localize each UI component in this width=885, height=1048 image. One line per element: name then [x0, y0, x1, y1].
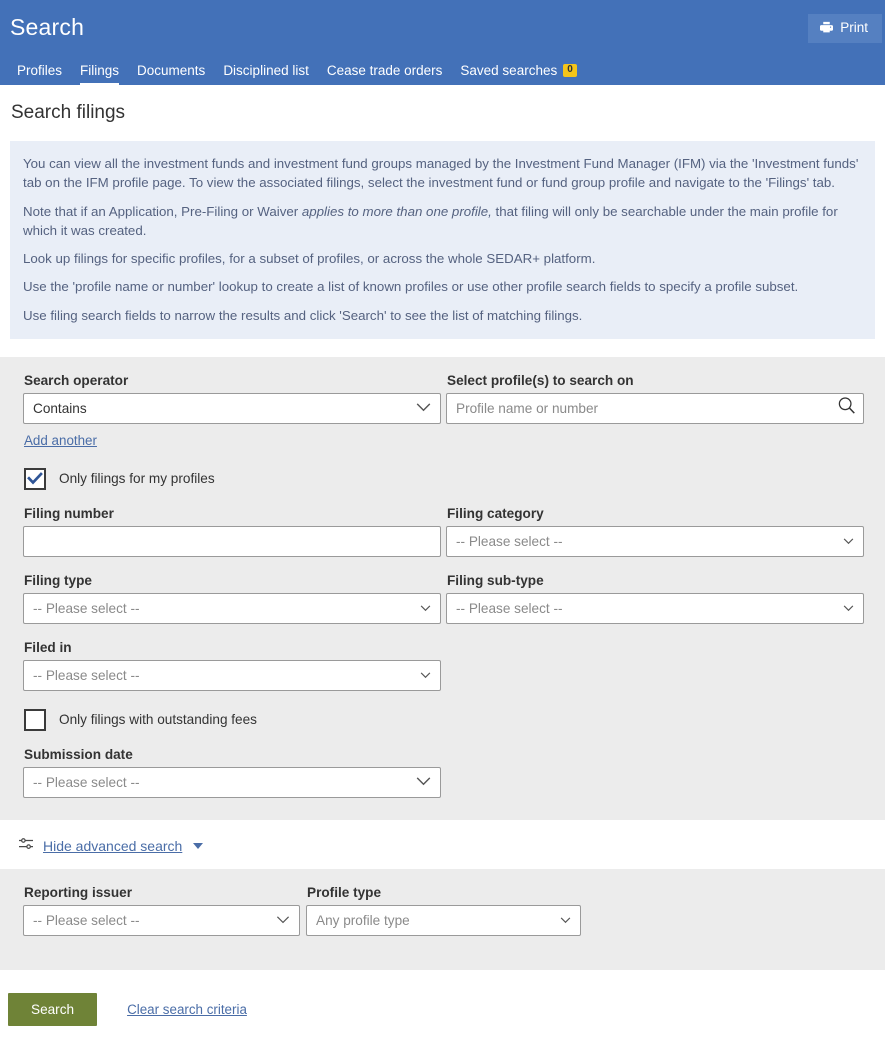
nav-item-disciplined-list[interactable]: Disciplined list [214, 58, 318, 85]
only-my-profiles-label: Only filings for my profiles [59, 471, 215, 487]
info-panel: You can view all the investment funds an… [10, 141, 875, 339]
nav-item-label: Cease trade orders [326, 63, 443, 78]
only-my-profiles-row[interactable]: Only filings for my profiles [24, 467, 864, 490]
filed-in-value: -- Please select -- [23, 659, 441, 691]
filing-type-value: -- Please select -- [23, 592, 441, 624]
submission-date-group: Submission date -- Please select -- [23, 747, 441, 798]
filing-number-label: Filing number [24, 505, 114, 521]
advanced-search-panel: Reporting issuer -- Please select -- Pro… [0, 868, 885, 970]
profile-type-label: Profile type [307, 884, 382, 900]
nav-item-cease-trade-orders[interactable]: Cease trade orders [318, 58, 452, 85]
filing-category-label: Filing category [447, 505, 544, 521]
profile-type-value: Any profile type [306, 904, 581, 936]
info-paragraph-2: Look up filings for specific profiles, f… [23, 251, 596, 267]
select-profiles-group: Select profile(s) to search on Profile n… [446, 373, 864, 450]
filing-subtype-value: -- Please select -- [446, 592, 864, 624]
form-row-operator-profiles: Search operator Contains Add another Sel… [23, 373, 864, 450]
app-header: Search Print Profiles Filings Documents … [0, 0, 885, 85]
search-operator-value: Contains [23, 392, 441, 424]
page-header-title: Search [10, 14, 85, 40]
form-row-submission-date: Submission date -- Please select -- [23, 747, 864, 798]
filing-number-group: Filing number [23, 506, 441, 557]
reporting-issuer-label: Reporting issuer [24, 884, 133, 900]
only-my-profiles-checkbox[interactable] [24, 467, 46, 490]
filing-subtype-select[interactable]: -- Please select -- [446, 592, 864, 624]
outstanding-fees-row[interactable]: Only filings with outstanding fees [24, 708, 864, 731]
submission-date-label: Submission date [24, 746, 133, 762]
reporting-issuer-value: -- Please select -- [23, 904, 300, 936]
search-form-panel: Search operator Contains Add another Sel… [0, 356, 885, 820]
nav-item-saved-searches[interactable]: Saved searches 0 [451, 58, 585, 85]
filing-type-select[interactable]: -- Please select -- [23, 592, 441, 624]
submission-date-select[interactable]: -- Please select -- [23, 766, 441, 798]
add-another-link[interactable]: Add another [24, 433, 97, 448]
printer-icon [820, 21, 834, 34]
info-paragraph-note: Note that if an Application, Pre-Filing … [23, 202, 861, 241]
form-row-number-category: Filing number Filing category -- Please … [23, 506, 864, 557]
search-operator-label: Search operator [24, 372, 129, 388]
nav-item-label: Saved searches [460, 63, 558, 78]
saved-searches-count-badge: 0 [563, 64, 577, 77]
select-profiles-label: Select profile(s) to search on [447, 372, 634, 388]
nav-item-documents[interactable]: Documents [128, 58, 214, 85]
clear-search-criteria-link[interactable]: Clear search criteria [127, 1002, 247, 1017]
profile-search-input[interactable]: Profile name or number [446, 392, 864, 424]
submission-date-spacer [446, 747, 864, 798]
filed-in-group: Filed in -- Please select -- [23, 640, 441, 691]
search-operator-group: Search operator Contains Add another [23, 373, 441, 450]
advanced-row: Reporting issuer -- Please select -- Pro… [23, 885, 864, 936]
nav-item-label: Profiles [17, 63, 63, 78]
info-note-emphasis: applies to more than one profile, [301, 203, 492, 219]
page-title: Search filings [11, 102, 126, 123]
filing-subtype-group: Filing sub-type -- Please select -- [446, 573, 864, 624]
filing-number-input[interactable] [23, 525, 441, 557]
filing-subtype-label: Filing sub-type [447, 572, 544, 588]
outstanding-fees-checkbox[interactable] [24, 708, 46, 731]
info-paragraph-4: Use filing search fields to narrow the r… [23, 307, 583, 323]
advanced-search-toggle-label[interactable]: Hide advanced search [43, 838, 182, 854]
print-button-label: Print [840, 20, 868, 35]
nav-item-profiles[interactable]: Profiles [8, 58, 71, 85]
reporting-issuer-group: Reporting issuer -- Please select -- [23, 885, 300, 936]
outstanding-fees-label: Only filings with outstanding fees [59, 712, 257, 728]
form-row-filed-in: Filed in -- Please select -- [23, 640, 864, 691]
nav-item-filings[interactable]: Filings [71, 58, 128, 85]
advanced-search-toggle[interactable]: Hide advanced search [18, 837, 885, 856]
main-nav: Profiles Filings Documents Disciplined l… [0, 58, 885, 85]
nav-item-label: Documents [137, 63, 206, 78]
info-paragraph-3: Use the 'profile name or number' lookup … [23, 279, 799, 295]
caret-down-icon [193, 843, 204, 850]
search-operator-select[interactable]: Contains [23, 392, 441, 424]
filing-type-label: Filing type [24, 572, 92, 588]
filing-category-value: -- Please select -- [446, 525, 864, 557]
print-button[interactable]: Print [808, 14, 882, 43]
nav-item-label: Filings [80, 63, 120, 78]
submission-date-value: -- Please select -- [23, 766, 441, 798]
filed-in-spacer [446, 640, 864, 691]
profile-search-field[interactable]: Profile name or number [446, 392, 864, 424]
sliders-icon [18, 837, 34, 856]
reporting-issuer-select[interactable]: -- Please select -- [23, 904, 300, 936]
profile-type-group: Profile type Any profile type [306, 885, 581, 936]
filed-in-label: Filed in [24, 639, 72, 655]
search-button[interactable]: Search [8, 992, 98, 1027]
info-paragraph-1: You can view all the investment funds an… [23, 156, 859, 191]
filing-category-group: Filing category -- Please select -- [446, 506, 864, 557]
filing-category-select[interactable]: -- Please select -- [446, 525, 864, 557]
filed-in-select[interactable]: -- Please select -- [23, 659, 441, 691]
filing-type-group: Filing type -- Please select -- [23, 573, 441, 624]
info-note-prefix: Note that if an Application, Pre-Filing … [23, 203, 302, 219]
form-row-type-subtype: Filing type -- Please select -- Filing s… [23, 573, 864, 624]
nav-item-label: Disciplined list [223, 63, 309, 78]
form-actions: Search Clear search criteria [0, 970, 885, 1048]
profile-type-select[interactable]: Any profile type [306, 904, 581, 936]
